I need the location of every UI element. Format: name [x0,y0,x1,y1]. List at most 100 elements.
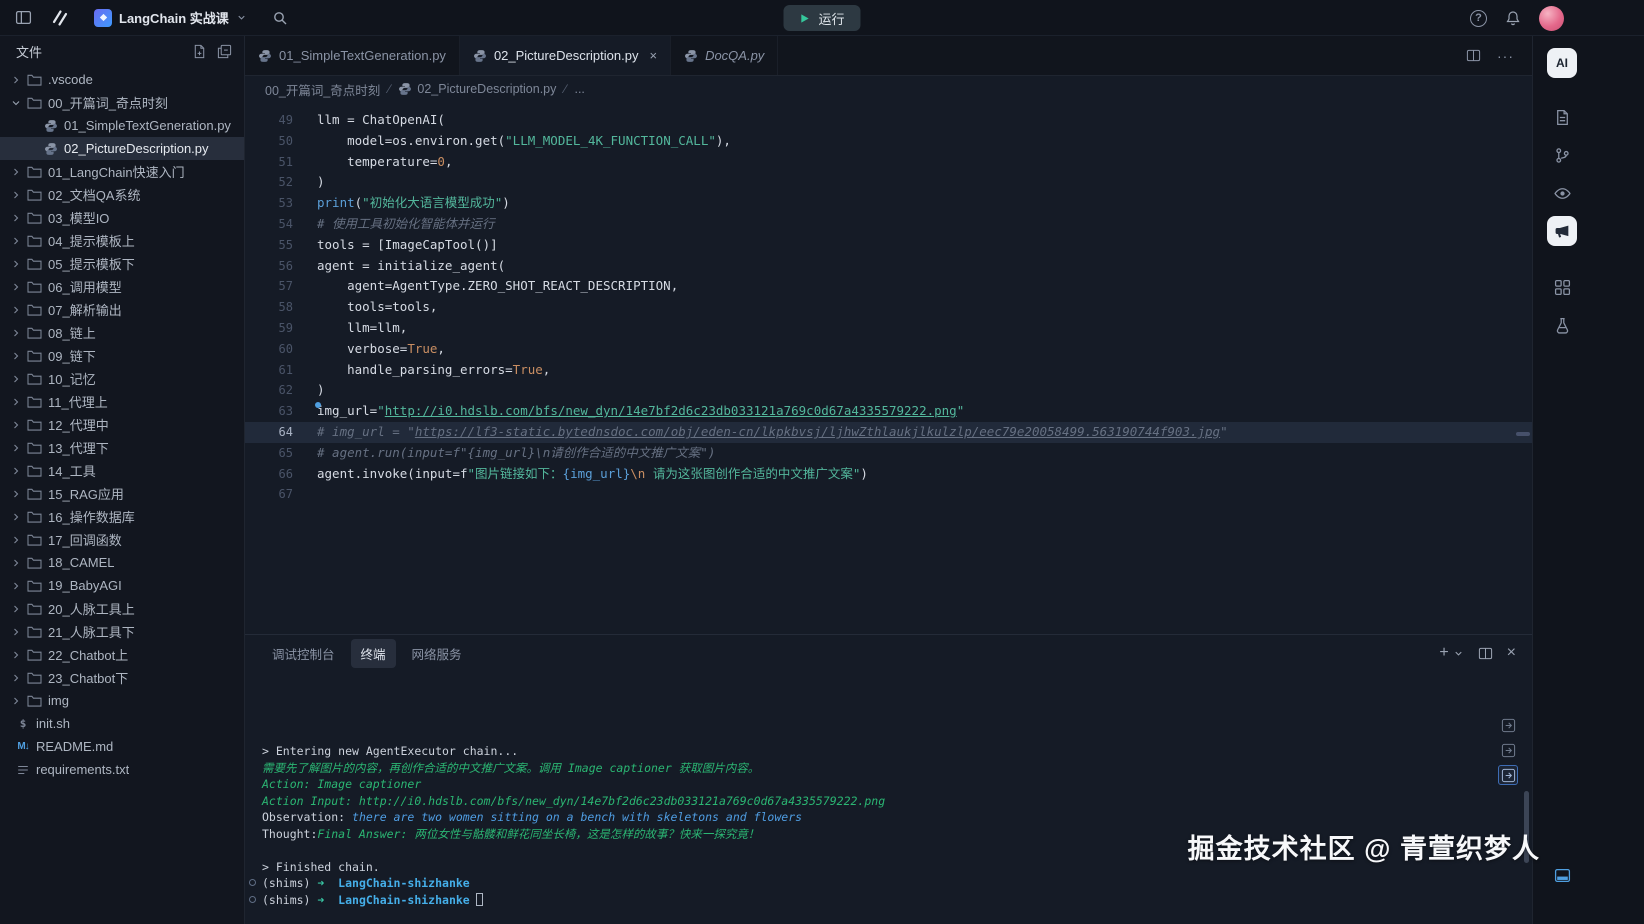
code-line[interactable]: 60 verbose=True, [245,339,1532,360]
tree-folder-item[interactable]: 12_代理中 [0,413,244,436]
tree-folder-item[interactable]: 10_记忆 [0,367,244,390]
tree-folder-item[interactable]: .vscode [0,68,244,91]
tree-folder-item[interactable]: 00_开篇词_奇点时刻 [0,91,244,114]
code-line[interactable]: 64# img_url = "https://lf3-static.bytedn… [245,422,1532,443]
tree-folder-item[interactable]: 22_Chatbot上 [0,643,244,666]
titlebar-right: ? [1470,0,1564,36]
terminal-line: Action: Image captioner [262,776,1532,793]
tree-folder-item[interactable]: 15_RAG应用 [0,482,244,505]
breadcrumb-separator: ∕ [564,82,566,96]
tree-folder-item[interactable]: 08_链上 [0,321,244,344]
app-window: LangChain 实战课 运行 ? 文件 .vscode00_开 [0,0,1644,924]
code-line[interactable]: 51 temperature=0, [245,152,1532,173]
tree-file-item[interactable]: 02_PictureDescription.py [0,137,244,160]
panel-tab[interactable]: 终端 [351,639,396,668]
code-line[interactable]: 52) [245,172,1532,193]
tree-folder-item[interactable]: 07_解析输出 [0,298,244,321]
help-icon[interactable]: ? [1470,10,1487,27]
code-line[interactable]: 61 handle_parsing_errors=True, [245,360,1532,381]
user-avatar[interactable] [1539,6,1564,31]
bottom-panel: 调试控制台终端网络服务 + × > Entering new AgentExec… [245,634,1532,924]
close-panel-icon[interactable]: × [1507,645,1516,661]
tree-folder-item[interactable]: 18_CAMEL [0,551,244,574]
breadcrumb-file[interactable]: 02_PictureDescription.py [417,82,556,96]
active-tool-badge[interactable] [1547,216,1577,246]
tree-file-item[interactable]: requirements.txt [0,758,244,781]
ai-assistant-badge[interactable]: AI [1547,48,1577,78]
workspace-selector[interactable]: LangChain 实战课 [86,5,255,30]
collapse-all-icon[interactable] [217,44,232,59]
editor-tab[interactable]: 01_SimpleTextGeneration.py [245,36,460,75]
breadcrumb-more[interactable]: ... [574,82,584,96]
terminal-output[interactable]: > Entering new AgentExecutor chain...需要先… [245,671,1532,924]
terminal-scrollbar[interactable] [1524,791,1529,863]
chevron-down-icon[interactable] [1453,648,1464,659]
tree-folder-item[interactable]: 21_人脉工具下 [0,620,244,643]
tree-folder-item[interactable]: 19_BabyAGI [0,574,244,597]
file-explorer: 文件 .vscode00_开篇词_奇点时刻01_SimpleTextGenera… [0,36,245,924]
tree-folder-item[interactable]: 20_人脉工具上 [0,597,244,620]
code-line[interactable]: 56agent = initialize_agent( [245,256,1532,277]
breadcrumb-folder[interactable]: 00_开篇词_奇点时刻 [265,80,380,99]
new-terminal-icon[interactable]: + [1439,645,1448,661]
tree-folder-item[interactable]: 03_模型IO [0,206,244,229]
tree-folder-item[interactable]: 06_调用模型 [0,275,244,298]
source-control-icon[interactable] [1547,140,1577,170]
tree-folder-item[interactable]: 13_代理下 [0,436,244,459]
tests-flask-icon[interactable] [1547,310,1577,340]
editor-hscrollbar[interactable] [1516,432,1530,436]
split-editor-icon[interactable] [1466,48,1481,63]
panel-tab[interactable]: 网络服务 [402,639,472,668]
search-icon[interactable] [269,7,291,29]
new-file-icon[interactable] [192,44,207,59]
run-button[interactable]: 运行 [783,5,860,31]
code-line[interactable]: 49llm = ChatOpenAI( [245,110,1532,131]
editor-tab[interactable]: 02_PictureDescription.py× [460,36,671,75]
terminal-open-editor-icon[interactable] [1498,715,1518,735]
code-editor[interactable]: 49llm = ChatOpenAI(50 model=os.environ.g… [245,102,1532,634]
terminal-open-editor-icon[interactable] [1498,765,1518,785]
docs-icon[interactable] [1547,102,1577,132]
tree-folder-item[interactable]: 09_链下 [0,344,244,367]
code-line[interactable]: 54# 使用工具初始化智能体并运行 [245,214,1532,235]
megaphone-icon [1554,223,1571,240]
apps-grid-icon[interactable] [1547,272,1577,302]
tree-folder-item[interactable]: 01_LangChain快速入门 [0,160,244,183]
close-icon[interactable]: × [649,48,657,63]
breadcrumb[interactable]: 00_开篇词_奇点时刻 ∕ 02_PictureDescription.py ∕… [245,76,1532,102]
tree-folder-item[interactable]: 05_提示模板下 [0,252,244,275]
tree-file-item[interactable]: $init.sh [0,712,244,735]
tree-folder-item[interactable]: 02_文档QA系统 [0,183,244,206]
tree-folder-item[interactable]: 04_提示模板上 [0,229,244,252]
toggle-panel-icon[interactable] [1547,860,1577,890]
tree-folder-item[interactable]: 16_操作数据库 [0,505,244,528]
tree-folder-item[interactable]: 17_回调函数 [0,528,244,551]
more-actions-icon[interactable]: ··· [1497,48,1514,64]
code-line[interactable]: 62) [245,380,1532,401]
code-line[interactable]: 59 llm=llm, [245,318,1532,339]
code-line[interactable]: 58 tools=tools, [245,297,1532,318]
code-line[interactable]: 66agent.invoke(input=f"图片链接如下：{img_url}\… [245,464,1532,485]
tree-folder-item[interactable]: img [0,689,244,712]
tree-folder-item[interactable]: 14_工具 [0,459,244,482]
breadcrumb-separator: ∕ [388,82,390,96]
toggle-sidebar-icon[interactable] [12,7,34,29]
code-line[interactable]: 53print("初始化大语言模型成功") [245,193,1532,214]
tree-folder-item[interactable]: 11_代理上 [0,390,244,413]
code-line[interactable]: 65# agent.run(input=f"{img_url}\n请创作合适的中… [245,443,1532,464]
panel-tab[interactable]: 调试控制台 [262,639,345,668]
tree-folder-item[interactable]: 23_Chatbot下 [0,666,244,689]
code-line[interactable]: 50 model=os.environ.get("LLM_MODEL_4K_FU… [245,131,1532,152]
tree-file-item[interactable]: M↓README.md [0,735,244,758]
code-line[interactable]: 55tools = [ImageCapTool()] [245,235,1532,256]
tree-file-item[interactable]: 01_SimpleTextGeneration.py [0,114,244,137]
code-line[interactable]: 63img_url="http://i0.hdslb.com/bfs/new_d… [245,401,1532,422]
code-line[interactable]: 57 agent=AgentType.ZERO_SHOT_REACT_DESCR… [245,276,1532,297]
editor-group: 01_SimpleTextGeneration.py02_PictureDesc… [245,36,1532,924]
bell-icon[interactable] [1502,7,1524,29]
editor-tab[interactable]: DocQA.py [671,36,778,75]
terminal-open-editor-icon[interactable] [1498,740,1518,760]
split-panel-icon[interactable] [1478,646,1493,661]
code-line[interactable]: 67 [245,484,1532,505]
preview-eye-icon[interactable] [1547,178,1577,208]
